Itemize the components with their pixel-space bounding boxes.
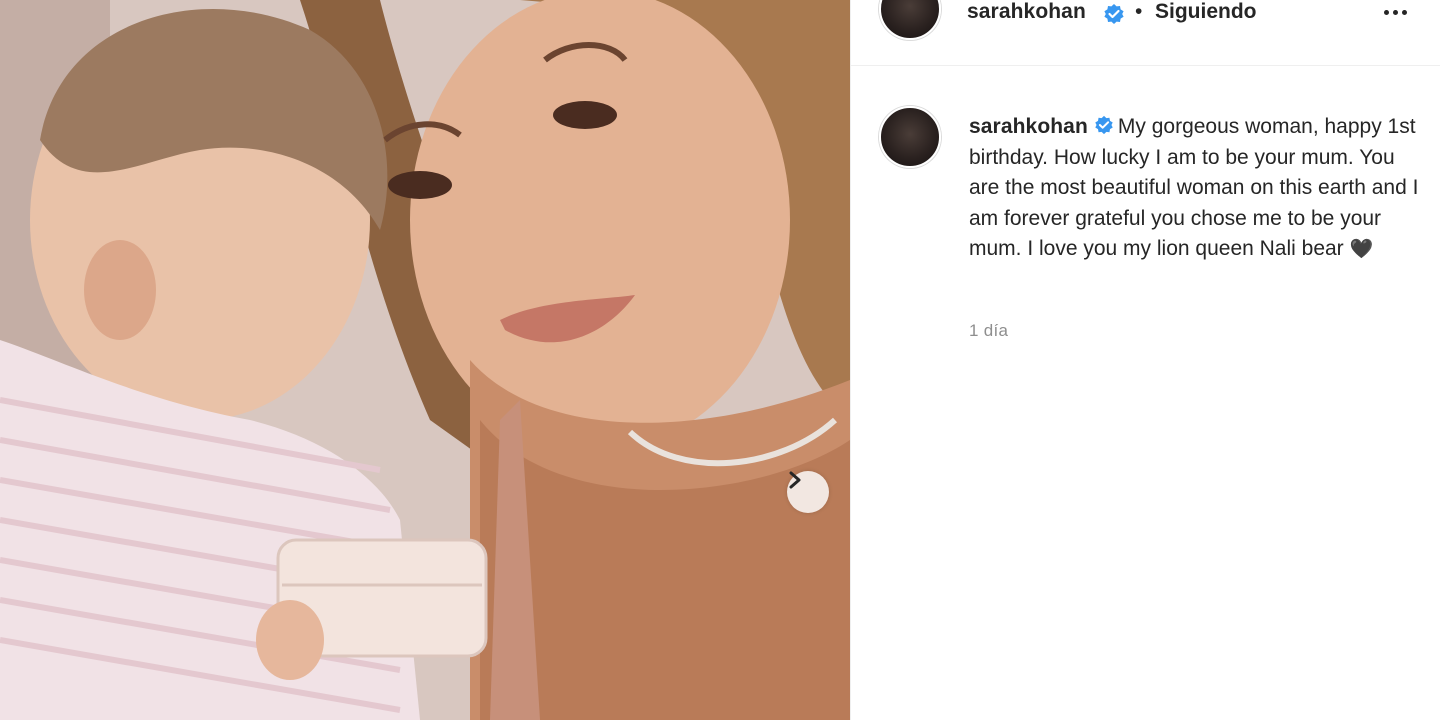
post-photo: [0, 0, 850, 720]
header-separator: •: [1135, 0, 1143, 23]
verified-badge-icon: [1104, 4, 1124, 24]
post-timestamp[interactable]: 1 día: [969, 321, 1008, 341]
caption-author-avatar[interactable]: [879, 106, 941, 168]
black-heart-icon: 🖤: [1349, 239, 1374, 260]
verified-badge-icon: [1095, 116, 1113, 135]
more-options-icon[interactable]: [1377, 0, 1413, 24]
following-button[interactable]: Siguiendo: [1155, 0, 1257, 24]
post-header: sarahkohan • Siguiendo: [851, 0, 1440, 66]
author-avatar[interactable]: [879, 0, 941, 40]
photo-illustration: [0, 0, 850, 720]
post-info-panel: sarahkohan • Siguiendo sarahkohan My gor…: [850, 0, 1440, 720]
caption-username[interactable]: sarahkohan: [969, 115, 1088, 138]
next-photo-button[interactable]: [787, 471, 829, 513]
post-caption: sarahkohan My gorgeous woman, happy 1st …: [969, 112, 1421, 266]
author-username[interactable]: sarahkohan: [967, 0, 1086, 24]
chevron-right-icon: [789, 471, 801, 489]
